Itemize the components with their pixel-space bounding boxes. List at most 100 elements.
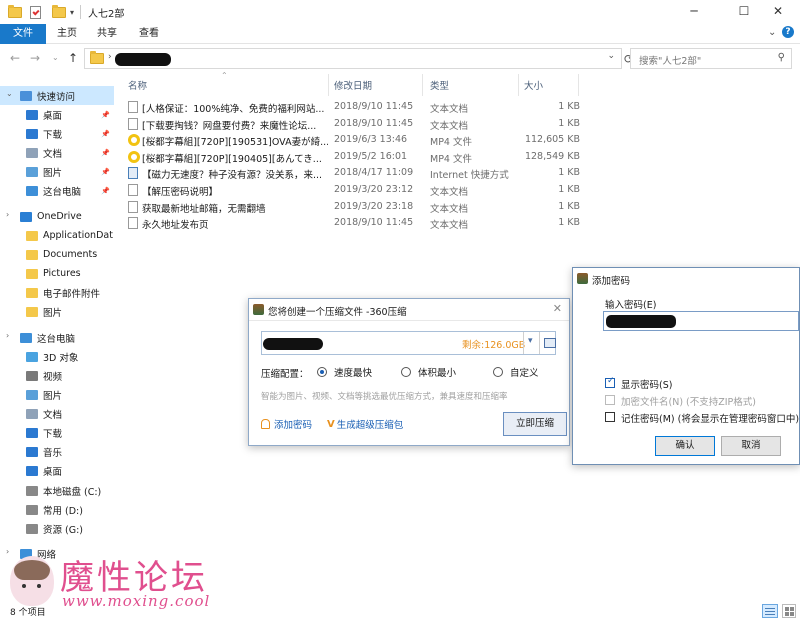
sidebar-item[interactable]: 下载 [0, 423, 114, 442]
recent-locations-icon[interactable]: ⌄ [52, 53, 59, 62]
sidebar-item-label: 下载 [43, 428, 63, 440]
tab-file[interactable]: 文件 [0, 24, 46, 44]
pin-icon[interactable]: 📌 [101, 187, 110, 195]
details-view-icon[interactable] [762, 604, 778, 618]
file-date: 2018/9/10 11:45 [334, 117, 414, 129]
customize-quick-access-icon[interactable]: ▾ [70, 5, 74, 19]
tab-home[interactable]: 主页 [52, 24, 82, 44]
option-custom[interactable]: 自定义 [493, 365, 539, 379]
sidebar-item[interactable]: 文档 [0, 404, 114, 423]
title-bar: ▾ 人七2部 ─ ☐ ✕ [0, 0, 800, 24]
sidebar-item[interactable]: 图片 [0, 385, 114, 404]
radio-icon[interactable] [401, 367, 411, 377]
file-row[interactable]: 永久地址发布页 2018/9/10 11:45 文本文档 1 KB [124, 215, 584, 231]
tab-share[interactable]: 共享 [92, 24, 122, 44]
sidebar-item[interactable]: 下载 📌 [0, 124, 114, 143]
folder-icon [26, 306, 38, 317]
sidebar-item[interactable]: 桌面 📌 [0, 105, 114, 124]
pin-icon[interactable]: 📌 [101, 168, 110, 176]
radio-selected-icon[interactable] [317, 367, 327, 377]
large-icons-view-icon[interactable] [782, 604, 796, 618]
up-icon[interactable]: ↑ [68, 51, 78, 65]
sidebar-item[interactable]: 本地磁盘 (C:) [0, 481, 114, 500]
address-bar[interactable]: › ⌄ [84, 48, 622, 69]
sidebar-item-label: 桌面 [43, 466, 63, 478]
internet-shortcut-icon [128, 167, 138, 180]
browse-folder-icon[interactable] [544, 338, 556, 348]
show-password-checkbox[interactable]: ✓ [605, 376, 615, 388]
column-size[interactable]: 大小 [524, 78, 543, 92]
option-fastest[interactable]: 速度最快 [317, 365, 372, 379]
add-password-label: 添加密码 [274, 420, 313, 431]
search-input[interactable]: 搜索"人七2部" ⚲ [630, 48, 792, 69]
password-input[interactable] [603, 311, 799, 331]
file-row[interactable]: [人格保证：100%纯净、免费的福利网站... 2018/9/10 11:45 文本… [124, 99, 584, 115]
file-name: 【磁力无速度？种子没有源？没关系，来... [142, 170, 323, 182]
remember-password-checkbox[interactable] [605, 412, 615, 422]
sidebar-item-label: 图片 [43, 167, 63, 179]
file-row[interactable]: [桜都字幕組][720P][190405][あんてき... 2019/5/2 16… [124, 149, 584, 165]
file-size: 1 KB [558, 101, 580, 112]
close-button[interactable]: ✕ [756, 0, 800, 24]
folder-icon [26, 230, 38, 241]
super-compress-link[interactable]: V 生成超级压缩包 [327, 417, 403, 432]
separator [523, 332, 524, 354]
minimize-button[interactable]: ─ [672, 0, 716, 24]
tab-view[interactable]: 查看 [134, 24, 164, 44]
sidebar-item[interactable]: 这台电脑 📌 [0, 181, 114, 200]
sidebar-item[interactable]: › 这台电脑 [0, 328, 114, 347]
sidebar-item[interactable]: 音乐 [0, 442, 114, 461]
pin-icon[interactable]: 📌 [101, 111, 110, 119]
sidebar-item-label: 图片 [43, 307, 63, 319]
sidebar-item[interactable]: › OneDrive [0, 207, 114, 226]
new-folder-icon[interactable] [52, 4, 66, 19]
radio-icon[interactable] [493, 367, 503, 377]
column-date[interactable]: 修改日期 [334, 78, 372, 92]
file-date: 2018/9/10 11:45 [334, 101, 414, 112]
sidebar-item[interactable]: 图片 📌 [0, 162, 114, 181]
sidebar-item[interactable]: 常用 (D:) [0, 500, 114, 519]
chevron-down-icon[interactable]: ⌄ [6, 89, 13, 98]
properties-icon[interactable] [30, 5, 41, 19]
file-row[interactable]: 获取最新地址邮箱，无需翻墙 2019/3/20 23:18 文本文档 1 KB [124, 199, 584, 215]
sidebar-item[interactable]: ⌄ 快速访问 [0, 86, 114, 105]
chevron-right-icon[interactable]: › [6, 210, 9, 219]
file-row[interactable]: [下载要掏钱？网盘要付费？来魔性论坛... 2018/9/10 11:45 文本文档… [124, 116, 584, 132]
sidebar-item[interactable]: 电子邮件附件 [0, 283, 114, 302]
ok-button[interactable]: 确认 [655, 436, 715, 456]
chevron-right-icon[interactable]: › [6, 331, 9, 340]
history-dropdown-icon[interactable]: ▾ [528, 336, 533, 346]
chevron-right-icon[interactable]: › [6, 547, 9, 556]
sidebar-item[interactable]: ApplicationDat [0, 226, 114, 245]
column-name[interactable]: 名称 [128, 78, 147, 92]
sidebar-item[interactable]: 3D 对象 [0, 347, 114, 366]
close-icon[interactable]: ✕ [553, 302, 562, 315]
help-icon[interactable]: ? [782, 26, 794, 38]
address-dropdown-icon[interactable]: ⌄ [607, 51, 615, 61]
pin-icon[interactable]: 📌 [101, 149, 110, 157]
sidebar-item[interactable]: Documents [0, 245, 114, 264]
file-row[interactable]: 【磁力无速度？种子没有源？没关系，来... 2018/4/17 11:09 Inte… [124, 165, 584, 181]
compress-now-button[interactable]: 立即压缩 [503, 412, 567, 436]
file-row[interactable]: 【解压密码说明】 2019/3/20 23:12 文本文档 1 KB [124, 182, 584, 198]
pin-icon[interactable]: 📌 [101, 130, 110, 138]
output-path-input[interactable]: 剩余:126.0GB ▾ [261, 331, 556, 355]
add-password-link[interactable]: 添加密码 [261, 417, 312, 431]
cancel-button[interactable]: 取消 [721, 436, 781, 456]
sidebar-item[interactable]: 桌面 [0, 461, 114, 480]
sidebar-item[interactable]: 文档 📌 [0, 143, 114, 162]
file-name: [桜都字幕組][720P][190405][あんてき... [142, 153, 322, 165]
encrypt-filenames-checkbox[interactable] [605, 395, 615, 405]
sidebar-item[interactable]: 资源 (G:) [0, 519, 114, 538]
back-icon[interactable]: ← [10, 51, 20, 65]
sidebar-item[interactable]: 图片 [0, 302, 114, 321]
sidebar-item[interactable]: 视频 [0, 366, 114, 385]
forward-icon[interactable]: → [30, 51, 40, 65]
expand-ribbon-icon[interactable]: ⌄ [768, 27, 776, 38]
option-smallest[interactable]: 体积最小 [401, 365, 456, 379]
text-file-icon [128, 184, 138, 196]
sidebar-item[interactable]: Pictures [0, 264, 114, 283]
file-row[interactable]: [桜都字幕組][720P][190531]OVA妻が綺... 2019/6/3 1… [124, 132, 584, 148]
search-icon[interactable]: ⚲ [778, 52, 785, 63]
column-type[interactable]: 类型 [430, 78, 449, 92]
